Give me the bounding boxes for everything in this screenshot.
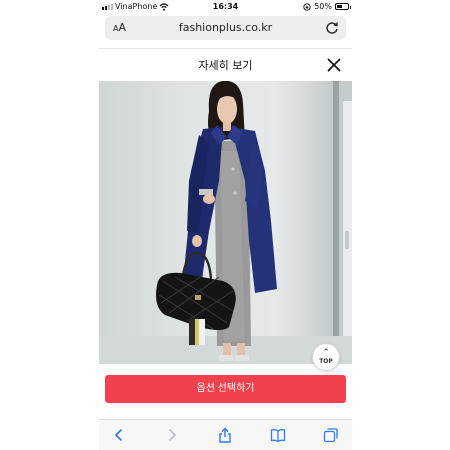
modal-title: 자세히 보기 <box>198 59 253 72</box>
battery-icon <box>335 3 351 10</box>
scroll-to-top-label: TOP <box>319 358 333 365</box>
back-icon[interactable] <box>111 427 127 443</box>
status-bar: VinaPhone 16:34 50% <box>99 0 352 14</box>
page: VinaPhone 16:34 50% AA fashionplus.co.kr… <box>0 0 450 450</box>
url-text[interactable]: fashionplus.co.kr <box>105 21 346 34</box>
chevron-up-icon: ⌃ <box>322 348 330 358</box>
phone-screen: VinaPhone 16:34 50% AA fashionplus.co.kr… <box>99 0 352 450</box>
modal-header: 자세히 보기 <box>99 48 352 81</box>
bookmarks-icon[interactable] <box>270 427 286 443</box>
product-photo <box>99 81 352 364</box>
select-option-button[interactable]: 옵션 선택하기 <box>105 375 346 403</box>
orientation-lock-icon <box>303 2 311 11</box>
browser-toolbar <box>99 419 352 450</box>
battery-fill <box>337 5 342 8</box>
reload-icon[interactable] <box>324 20 340 36</box>
close-icon[interactable] <box>326 57 342 73</box>
scroll-to-top-button[interactable]: ⌃ TOP <box>312 343 340 371</box>
model-in-navy-coat-image <box>99 81 352 364</box>
forward-icon[interactable] <box>164 427 180 443</box>
address-bar[interactable]: AA fashionplus.co.kr <box>105 16 346 40</box>
tabs-icon[interactable] <box>323 427 339 443</box>
share-icon[interactable] <box>217 427 233 443</box>
battery-percent: 50% <box>314 2 332 11</box>
status-right: 50% <box>303 2 351 11</box>
